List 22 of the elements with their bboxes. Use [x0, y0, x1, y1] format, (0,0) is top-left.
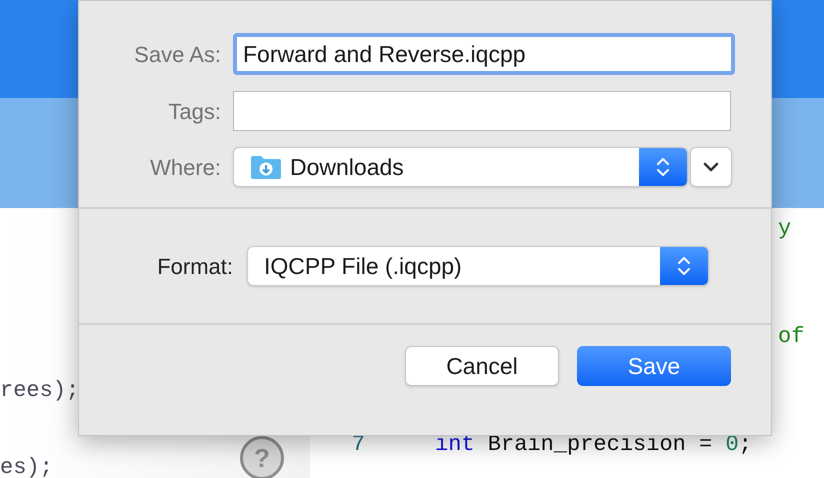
code-line: int Brain_precision = 0; — [435, 431, 752, 459]
tags-field[interactable] — [233, 91, 731, 131]
popup-value: IQCPP File (.iqcpp) — [264, 252, 462, 281]
field-label: Format: — [156, 252, 233, 280]
chevron-down-icon — [703, 162, 719, 172]
popup-button[interactable]: Downloads — [233, 147, 688, 187]
code-text: rees); — [0, 377, 80, 405]
field-label: Save As: — [133, 40, 221, 68]
popup-value: Downloads — [290, 152, 404, 182]
stepper-icon — [656, 156, 670, 178]
code-text: es); — [0, 454, 53, 478]
save-button[interactable]: Save — [577, 346, 731, 386]
code-comment: y — [778, 215, 792, 243]
cancel-button[interactable]: Cancel — [405, 346, 559, 386]
popup-button[interactable]: IQCPP File (.iqcpp) — [247, 246, 709, 286]
code-comment: of — [778, 323, 804, 351]
field-label: Where: — [149, 154, 221, 182]
field-label: Tags: — [167, 98, 221, 126]
expand-button[interactable] — [690, 147, 732, 187]
filename-field[interactable]: Forward and Reverse.iqcpp — [233, 33, 735, 75]
stepper-icon — [677, 255, 691, 277]
download-folder-icon — [250, 154, 282, 180]
